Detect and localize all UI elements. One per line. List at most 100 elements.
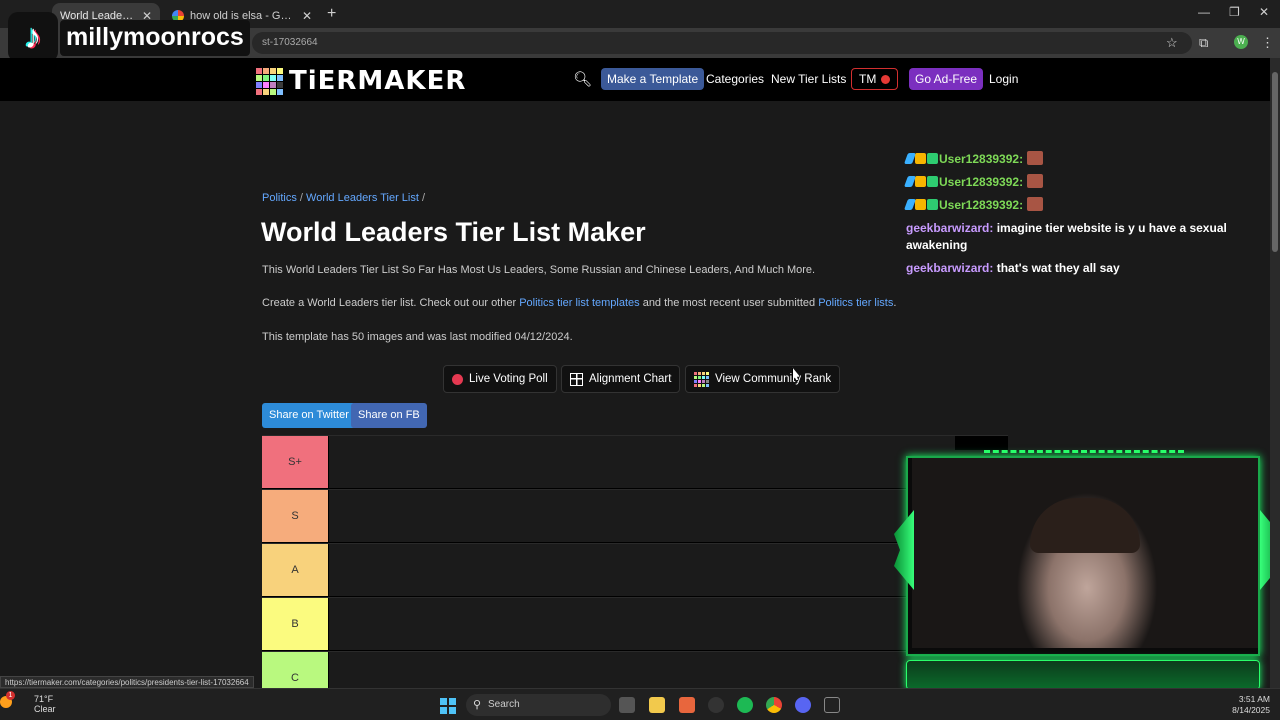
notification-badge: 1 bbox=[6, 691, 15, 700]
alignment-chart-button[interactable]: Alignment Chart bbox=[561, 365, 681, 393]
nav-new-tier-lists[interactable]: New Tier Lists bbox=[771, 72, 846, 86]
address-bar[interactable]: st-17032664 bbox=[252, 32, 1192, 54]
live-dot-icon bbox=[452, 373, 463, 385]
tier-label[interactable]: S bbox=[262, 490, 329, 542]
logo-grid-icon bbox=[256, 67, 283, 95]
frame-bottom-bar bbox=[906, 660, 1260, 690]
bookmark-star-icon[interactable]: ☆ bbox=[1166, 35, 1178, 51]
chat-username: User12839392: bbox=[939, 175, 1024, 189]
emote-icon bbox=[1027, 197, 1044, 211]
breadcrumb: Politics / World Leaders Tier List / bbox=[262, 192, 425, 204]
chat-username: User12839392: bbox=[939, 198, 1024, 212]
weather-widget[interactable]: 1 71°F Clear bbox=[0, 691, 56, 714]
crown-badge-icon bbox=[915, 153, 926, 164]
template-info: This template has 50 images and was last… bbox=[262, 331, 573, 343]
page-scrollbar[interactable] bbox=[1270, 58, 1280, 688]
community-rank-label: View Community Rank bbox=[715, 373, 832, 385]
chat-username: User12839392: bbox=[939, 152, 1024, 166]
emote-icon bbox=[1027, 151, 1044, 165]
breadcrumb-politics[interactable]: Politics bbox=[262, 192, 297, 204]
window-close-icon[interactable]: ✕ bbox=[1259, 5, 1269, 19]
search-icon[interactable]: 🔍︎ bbox=[573, 70, 592, 88]
crown-badge-icon bbox=[915, 199, 926, 210]
create-text: . bbox=[893, 297, 897, 309]
tier-grid-icon bbox=[694, 371, 709, 387]
restore-icon[interactable]: ❐ bbox=[1229, 5, 1240, 19]
live-dot-icon bbox=[881, 75, 891, 84]
page-title: World Leaders Tier List Maker bbox=[261, 217, 646, 247]
logo-text: TiERMAKER bbox=[289, 66, 467, 96]
live-voting-label: Live Voting Poll bbox=[469, 373, 548, 385]
live-voting-poll-button[interactable]: Live Voting Poll bbox=[443, 365, 557, 393]
tier-label[interactable]: B bbox=[262, 598, 329, 650]
obs-icon[interactable] bbox=[708, 697, 724, 713]
chat-message: geekbarwizard: imagine tier website is y… bbox=[906, 220, 1246, 254]
chat-text: that's wat they all say bbox=[996, 261, 1120, 275]
chat-message: User12839392: bbox=[903, 197, 1246, 214]
spotify-icon[interactable] bbox=[737, 697, 753, 713]
menu-kebab-icon[interactable]: ⋮ bbox=[1261, 35, 1274, 51]
grid-icon bbox=[570, 372, 583, 386]
screen: World Leaders Tier List ✕ how old is els… bbox=[0, 0, 1280, 720]
crown-badge-icon bbox=[915, 176, 926, 187]
file-explorer-icon[interactable] bbox=[649, 697, 665, 713]
tm-label: TM bbox=[859, 72, 877, 86]
share-fb-button[interactable]: Share on FB bbox=[351, 403, 427, 428]
taskbar-search[interactable]: ⚲ Search bbox=[466, 694, 611, 716]
create-text: Create a World Leaders tier list. Check … bbox=[262, 297, 520, 309]
politics-templates-link[interactable]: Politics tier list templates bbox=[519, 297, 639, 309]
new-tab-button[interactable]: + bbox=[327, 5, 336, 23]
create-description: Create a World Leaders tier list. Check … bbox=[262, 297, 896, 309]
taskbar-search-placeholder: Search bbox=[488, 699, 520, 710]
nav-categories[interactable]: Categories bbox=[706, 72, 764, 86]
tab-close-icon[interactable]: ✕ bbox=[302, 9, 312, 23]
streamer-silhouette bbox=[1030, 498, 1140, 553]
profile-avatar[interactable]: W bbox=[1234, 35, 1248, 49]
settings-tab[interactable] bbox=[955, 436, 1008, 450]
chrome-icon[interactable] bbox=[766, 697, 782, 713]
scrollbar-thumb[interactable] bbox=[1272, 72, 1278, 252]
politics-tier-lists-link[interactable]: Politics tier lists bbox=[818, 297, 893, 309]
address-text: st-17032664 bbox=[262, 37, 318, 48]
chat-username: geekbarwizard: bbox=[906, 261, 994, 275]
chat-username: geekbarwizard: bbox=[906, 221, 994, 235]
app-icon[interactable] bbox=[679, 697, 695, 713]
tiktok-logo-icon: ♪ bbox=[8, 12, 58, 62]
go-ad-free-button[interactable]: Go Ad-Free bbox=[909, 68, 984, 90]
minimize-icon[interactable]: — bbox=[1198, 5, 1210, 19]
frame-wing-left bbox=[894, 510, 914, 590]
system-clock[interactable]: 3:51 AM 8/14/2025 bbox=[1232, 694, 1270, 716]
sub-badge-icon bbox=[927, 153, 938, 164]
make-template-button[interactable]: Make a Template bbox=[601, 68, 705, 90]
sub-badge-icon bbox=[927, 176, 938, 187]
tier-label[interactable]: S+ bbox=[262, 436, 329, 488]
windows-start-icon[interactable] bbox=[440, 698, 456, 714]
capcut-icon[interactable] bbox=[824, 697, 840, 713]
template-description: This World Leaders Tier List So Far Has … bbox=[262, 264, 816, 276]
weather-temp: 71°F bbox=[34, 694, 54, 704]
weather-desc: Clear bbox=[34, 704, 56, 714]
task-view-icon[interactable] bbox=[619, 697, 635, 713]
site-header: TiERMAKER 🔍︎ Make a Template Categories … bbox=[0, 58, 1270, 101]
webcam-overlay bbox=[894, 450, 1280, 696]
emote-icon bbox=[1027, 174, 1044, 188]
view-community-rank-button[interactable]: View Community Rank bbox=[685, 365, 841, 393]
tiermaker-logo[interactable]: TiERMAKER bbox=[256, 66, 466, 96]
login-link[interactable]: Login bbox=[989, 72, 1018, 86]
discord-icon[interactable] bbox=[795, 697, 811, 713]
stream-chat: User12839392: User12839392: User12839392… bbox=[903, 151, 1246, 283]
status-bar-url: https://tiermaker.com/categories/politic… bbox=[0, 676, 254, 688]
breadcrumb-world-leaders[interactable]: World Leaders Tier List bbox=[306, 192, 419, 204]
clock-date: 8/14/2025 bbox=[1232, 705, 1270, 715]
tm-live-button[interactable]: TM bbox=[851, 68, 899, 90]
alignment-label: Alignment Chart bbox=[589, 373, 672, 385]
windows-taskbar: 1 71°F Clear ⚲ Search 3:51 AM 8/14/2025 bbox=[0, 688, 1280, 720]
create-text: and the most recent user submitted bbox=[639, 297, 819, 309]
chat-message: geekbarwizard: that's wat they all say bbox=[906, 260, 1246, 277]
share-twitter-button[interactable]: Share on Twitter bbox=[262, 403, 356, 428]
chat-message: User12839392: bbox=[903, 151, 1246, 168]
tiktok-username: millymoonrocs bbox=[60, 20, 250, 56]
tier-label[interactable]: A bbox=[262, 544, 329, 596]
breadcrumb-separator: / bbox=[296, 192, 307, 204]
cast-icon[interactable]: ⧉ bbox=[1199, 35, 1208, 51]
